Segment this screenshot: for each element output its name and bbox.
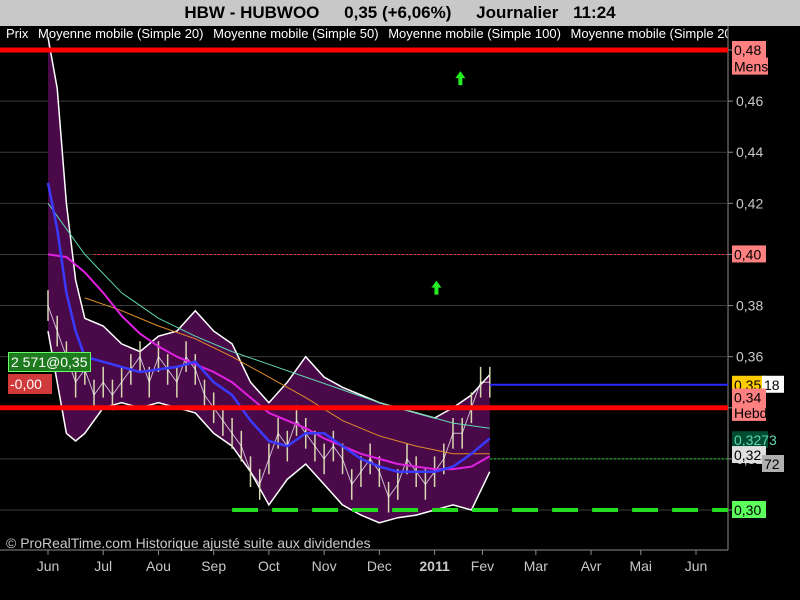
info-box-volume: 2 571@0,35 [8, 352, 91, 372]
axis-label-6: Hebdo [734, 405, 775, 421]
y-tick-5: 0,38 [736, 298, 763, 314]
axis-label-0: 0,48 [734, 42, 761, 58]
x-tick-8: Fev [471, 558, 494, 574]
x-tick-12: Jun [685, 558, 708, 574]
x-tick-11: Mai [629, 558, 652, 574]
up-arrow-icon-0 [455, 71, 466, 86]
axis-label-4: 18 [764, 377, 780, 393]
x-tick-6: Dec [367, 558, 392, 574]
axis-label-10: 0,30 [734, 502, 761, 518]
axis-label-7: 0,3273 [734, 432, 777, 448]
x-tick-1: Jul [94, 558, 112, 574]
y-tick-1: 0,46 [736, 93, 763, 109]
info-box-change: -0,00 [8, 374, 52, 394]
x-tick-2: Aou [146, 558, 171, 574]
x-tick-10: Avr [581, 558, 602, 574]
axis-label-2: 0,40 [734, 246, 761, 262]
y-tick-2: 0,44 [736, 144, 763, 160]
axis-label-1: Mensuel [734, 59, 787, 75]
x-tick-0: Jun [37, 558, 60, 574]
x-tick-4: Oct [258, 558, 280, 574]
x-tick-5: Nov [312, 558, 337, 574]
up-arrow-icon-1 [431, 280, 442, 295]
x-tick-7: 2011 [419, 558, 450, 574]
x-tick-3: Sep [201, 558, 226, 574]
y-tick-3: 0,42 [736, 195, 763, 211]
watermark: © ProRealTime.com Historique ajusté suit… [6, 535, 371, 551]
axis-label-5: 0,34 [734, 390, 761, 406]
axis-label-9: 72 [764, 456, 780, 472]
axis-label-8: 0,32 [734, 447, 761, 463]
price-chart[interactable]: 0,48 0,46 0,44 0,42 0,40 0,38 0,36 0,34 0,32 0,30… [0, 0, 800, 600]
y-tick-6: 0,36 [736, 349, 763, 365]
x-tick-9: Mar [524, 558, 548, 574]
